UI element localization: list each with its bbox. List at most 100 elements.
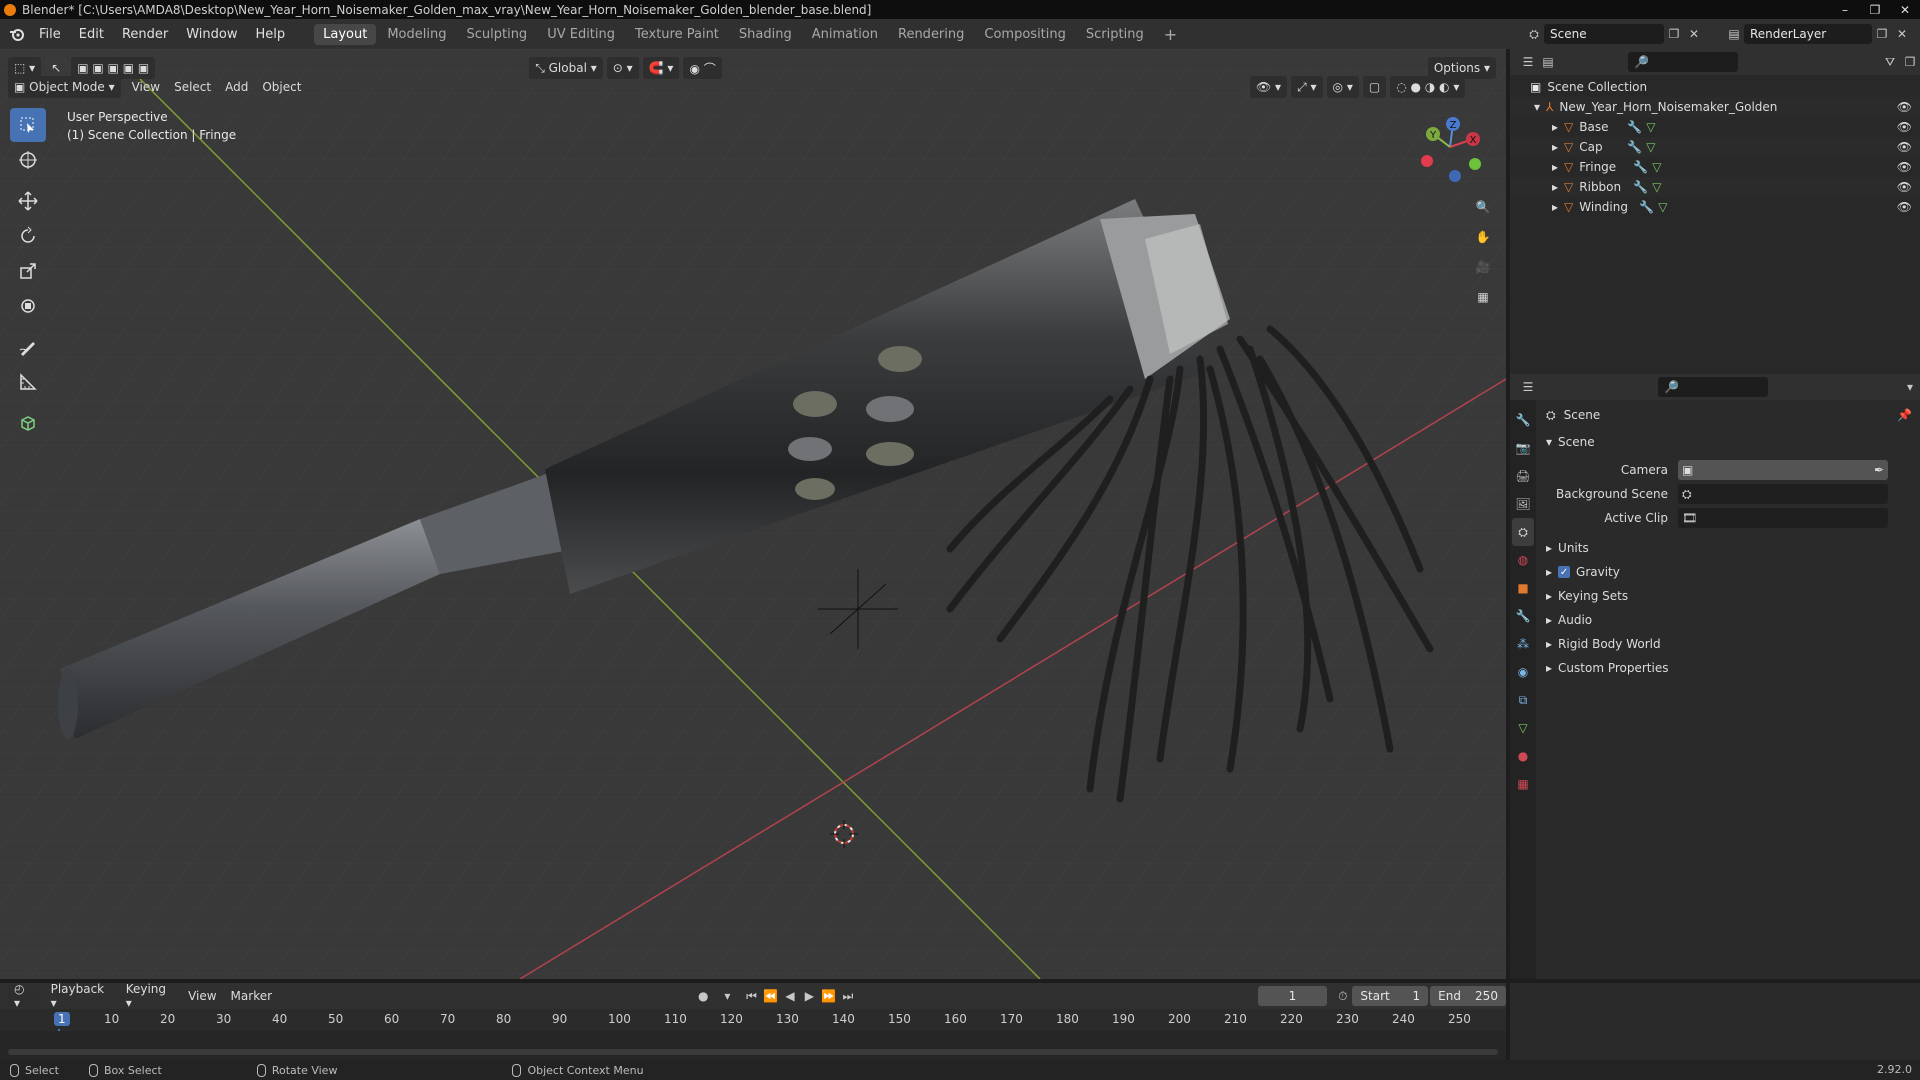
shading-mode-buttons[interactable]: ◌ ● ◑ ◐ ▾	[1390, 76, 1466, 98]
viewport-menu-object[interactable]: Object	[255, 80, 308, 94]
proportional-edit-toggle[interactable]: ◉ ⌒	[683, 57, 722, 79]
timeline-tracks[interactable]	[0, 1031, 1506, 1060]
scene-tab-icon[interactable]: ⛭	[1512, 518, 1534, 546]
properties-search-input[interactable]: 🔎	[1658, 377, 1768, 397]
cursor-tool-icon[interactable]	[10, 143, 46, 177]
tab-uv-editing[interactable]: UV Editing	[538, 24, 624, 45]
pin-icon[interactable]: 📌	[1897, 408, 1912, 422]
modifier-tab-icon[interactable]: 🔧	[1512, 602, 1534, 630]
material-tab-icon[interactable]: ●	[1512, 742, 1534, 770]
outliner-object-row[interactable]: ▸ ▽ Ribbon 🔧 ▽ 👁	[1510, 177, 1920, 197]
display-mode-icon[interactable]: ▤	[1538, 52, 1558, 72]
menu-window[interactable]: Window	[177, 27, 246, 42]
viewport-menu-view[interactable]: View	[125, 80, 167, 94]
outliner-scene-collection[interactable]: ▣ Scene Collection	[1510, 77, 1920, 97]
jump-start-icon[interactable]: ⏮	[742, 986, 761, 1006]
current-frame-field[interactable]: 1	[1257, 986, 1328, 1006]
tab-sculpting[interactable]: Sculpting	[457, 24, 536, 45]
rigid-body-world-panel[interactable]: ▸ Rigid Body World	[1538, 632, 1920, 656]
keying-sets-panel[interactable]: ▸ Keying Sets	[1538, 584, 1920, 608]
transform-orientation-dropdown[interactable]: ⤡ Global ▾	[529, 57, 603, 79]
tab-layout[interactable]: Layout	[314, 23, 377, 45]
preview-range-icon[interactable]: ⏱	[1333, 986, 1352, 1006]
custom-properties-panel[interactable]: ▸ Custom Properties	[1538, 656, 1920, 680]
view-layer-tab-icon[interactable]: 🖼	[1512, 490, 1534, 518]
camera-field[interactable]: ▣ ✒	[1678, 460, 1888, 480]
gravity-panel[interactable]: ▸ ✓ Gravity	[1538, 560, 1920, 584]
menu-file[interactable]: File	[30, 27, 70, 42]
visibility-eye-icon[interactable]: 👁	[1897, 180, 1912, 194]
mode-dropdown[interactable]: ▣ Object Mode ▾	[8, 76, 121, 98]
units-panel[interactable]: ▸ Units	[1538, 536, 1920, 560]
gravity-checkbox[interactable]: ✓	[1558, 566, 1571, 578]
next-keyframe-icon[interactable]: ⏩	[819, 986, 838, 1006]
current-frame-marker[interactable]: 1	[54, 1012, 70, 1026]
viewport-menu-add[interactable]: Add	[218, 80, 255, 94]
tab-rendering[interactable]: Rendering	[889, 24, 973, 45]
physics-tab-icon[interactable]: ◉	[1512, 658, 1534, 686]
scale-tool-icon[interactable]	[10, 254, 46, 288]
texture-tab-icon[interactable]: ▦	[1512, 770, 1534, 798]
expand-arrow-icon[interactable]: ▸	[1552, 180, 1558, 194]
perspective-grid-icon[interactable]: ▦	[1468, 282, 1498, 312]
scene-name-field[interactable]: Scene	[1544, 24, 1664, 44]
move-tool-icon[interactable]	[10, 184, 46, 218]
scene-icon[interactable]: ⛭	[1524, 24, 1544, 44]
maximize-button[interactable]: ❐	[1860, 0, 1890, 19]
tab-animation[interactable]: Animation	[803, 24, 887, 45]
expand-arrow-icon[interactable]: ▸	[1552, 140, 1558, 154]
gizmo-toggle-icon[interactable]: ⤢ ▾	[1291, 76, 1323, 98]
rotate-tool-icon[interactable]	[10, 219, 46, 253]
tab-compositing[interactable]: Compositing	[975, 24, 1075, 45]
tab-texture-paint[interactable]: Texture Paint	[626, 24, 728, 45]
timeline-menu-keying[interactable]: Keying ▾	[119, 982, 181, 1010]
filter-icon[interactable]: ⛛	[1880, 52, 1900, 72]
add-workspace-button[interactable]: +	[1155, 22, 1186, 47]
snap-toggle[interactable]: 🧲 ▾	[642, 57, 680, 79]
zoom-icon[interactable]: 🔍	[1468, 192, 1498, 222]
timeline-menu-view[interactable]: View	[181, 989, 223, 1003]
select-box-tool-icon[interactable]	[10, 108, 46, 142]
outliner-object-row[interactable]: ▸ ▽ Cap 🔧 ▽ 👁	[1510, 137, 1920, 157]
object-tab-icon[interactable]: ■	[1512, 574, 1534, 602]
overlay-toggle-icon[interactable]: ◎ ▾	[1326, 76, 1359, 98]
minimize-button[interactable]: –	[1830, 0, 1860, 19]
output-tab-icon[interactable]: 🖨	[1512, 462, 1534, 490]
new-scene-icon[interactable]: ❐	[1664, 24, 1684, 44]
menu-help[interactable]: Help	[247, 27, 295, 42]
outliner-collection-row[interactable]: ▾ ⅄ New_Year_Horn_Noisemaker_Golden 👁	[1510, 97, 1920, 117]
world-tab-icon[interactable]: ◍	[1512, 546, 1534, 574]
camera-view-icon[interactable]: 🎥	[1468, 252, 1498, 282]
expand-arrow-icon[interactable]: ▾	[1534, 100, 1540, 114]
prev-keyframe-icon[interactable]: ⏪	[761, 986, 780, 1006]
blender-menu-icon[interactable]	[4, 19, 30, 49]
record-button-icon[interactable]: ●	[694, 986, 713, 1006]
timeline-menu-playback[interactable]: Playback ▾	[44, 982, 119, 1010]
visibility-eye-icon[interactable]: 👁	[1897, 200, 1912, 214]
outliner-object-row[interactable]: ▸ ▽ Winding 🔧 ▽ 👁	[1510, 197, 1920, 217]
visibility-eye-icon[interactable]: 👁	[1897, 140, 1912, 154]
expand-arrow-icon[interactable]: ▸	[1552, 200, 1558, 214]
render-tab-icon[interactable]: 📷	[1512, 434, 1534, 462]
tool-tab-icon[interactable]: 🔧	[1512, 406, 1534, 434]
tab-modeling[interactable]: Modeling	[378, 24, 455, 45]
timeline-menu-marker[interactable]: Marker	[224, 989, 279, 1003]
delete-scene-icon[interactable]: ✕	[1684, 24, 1704, 44]
record-options-icon[interactable]: ▾	[713, 986, 742, 1006]
start-frame-field[interactable]: Start 1	[1352, 986, 1429, 1006]
menu-render[interactable]: Render	[113, 27, 177, 42]
visibility-eye-icon[interactable]: 👁	[1897, 100, 1912, 114]
view-layer-field[interactable]: RenderLayer	[1744, 24, 1872, 44]
expand-arrow-icon[interactable]: ▸	[1552, 160, 1558, 174]
outliner-object-row[interactable]: ▸ ▽ Base 🔧 ▽ 👁	[1510, 117, 1920, 137]
visibility-icon[interactable]: 👁 ▾	[1250, 76, 1288, 98]
menu-edit[interactable]: Edit	[70, 27, 113, 42]
timeline-editor-type-icon[interactable]: ◴ ▾	[8, 982, 40, 1010]
timeline-ruler[interactable]: 1 10 20 30 40 50 60 70 80 90 100 110 120 130 140 150 160…	[0, 1009, 1506, 1059]
outliner-editor-type-icon[interactable]: ☰	[1518, 52, 1538, 72]
expand-arrow-icon[interactable]: ▸	[1552, 120, 1558, 134]
data-tab-icon[interactable]: ▽	[1512, 714, 1534, 742]
properties-editor-type-icon[interactable]: ☰	[1518, 377, 1538, 397]
properties-options-icon[interactable]: ▾	[1900, 377, 1920, 397]
visibility-eye-icon[interactable]: 👁	[1897, 120, 1912, 134]
